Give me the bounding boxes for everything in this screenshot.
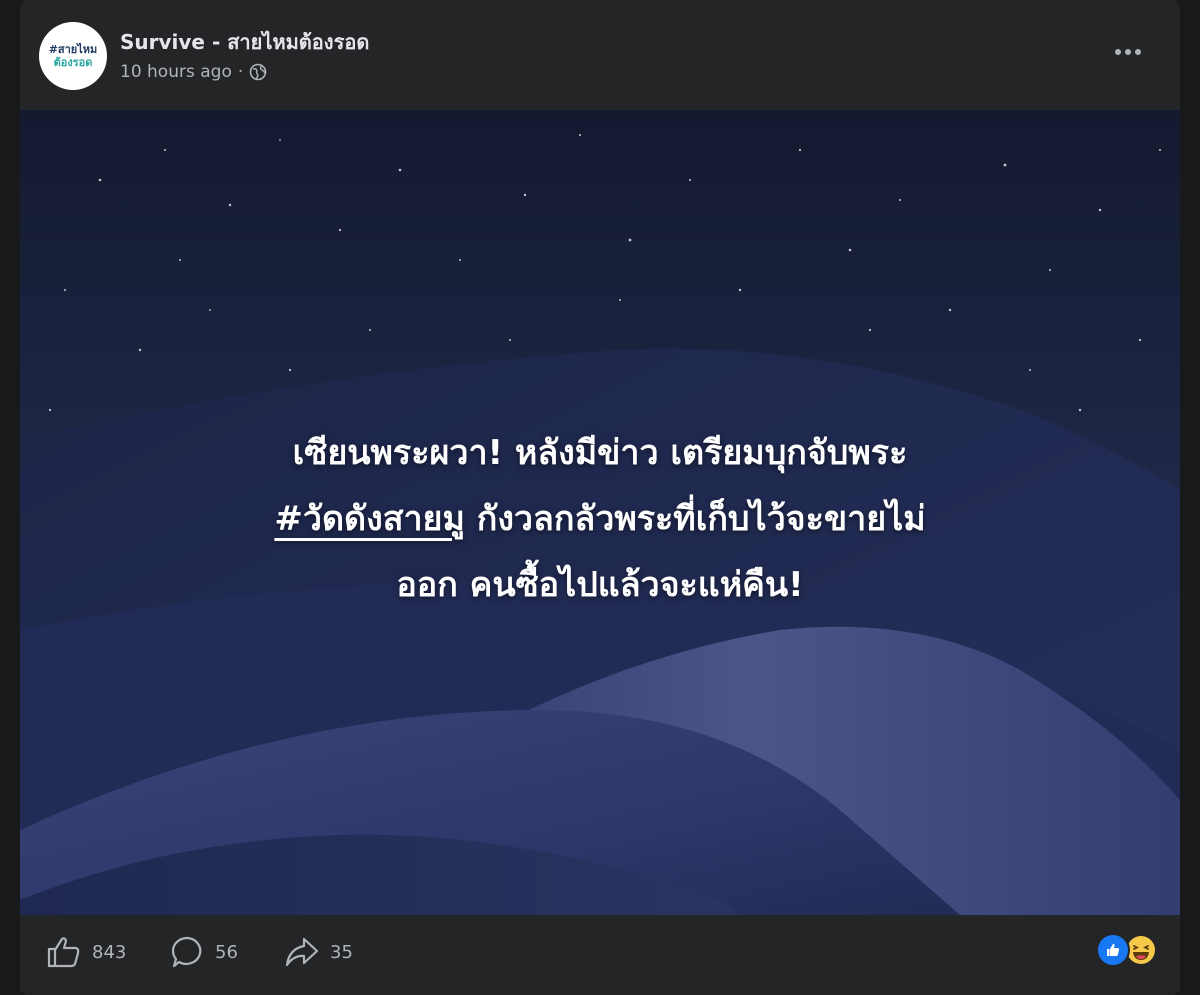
comment-button[interactable]: 56 — [171, 935, 238, 969]
page-avatar[interactable]: #สายไหม ต้องรอด — [39, 22, 107, 90]
more-options-button[interactable] — [1108, 38, 1148, 66]
like-count: 843 — [92, 941, 127, 963]
share-arrow-icon — [284, 935, 320, 969]
image-headline: เซียนพระผวา! หลังมีข่าว เตรียมบุกจับพระ … — [60, 420, 1140, 618]
comment-bubble-icon — [171, 935, 205, 969]
post-image[interactable]: เซียนพระผวา! หลังมีข่าว เตรียมบุกจับพระ … — [20, 110, 1180, 915]
thumbs-up-icon — [46, 935, 82, 969]
post-meta: 10 hours ago · — [120, 62, 267, 82]
avatar-text-bottom: ต้องรอด — [53, 56, 93, 69]
headline-line-2-text: กังวลกลัวพระที่เก็บไว้จะขายไม่ — [464, 499, 926, 539]
avatar-text-top: #สายไหม — [48, 43, 98, 56]
more-horizontal-icon — [1114, 48, 1142, 56]
share-button[interactable]: 35 — [284, 935, 353, 969]
post-timestamp[interactable]: 10 hours ago — [120, 62, 232, 82]
page-name-link[interactable]: Survive - สายไหมต้องรอด — [120, 26, 369, 58]
like-reaction-icon — [1096, 933, 1130, 967]
headline-line-3: ออก คนซื้อไปแล้วจะแห่คืน! — [396, 565, 804, 605]
meta-separator: · — [237, 62, 244, 82]
reaction-summary[interactable] — [1096, 933, 1158, 967]
headline-line-1: เซียนพระผวา! หลังมีข่าว เตรียมบุกจับพระ — [292, 433, 908, 473]
comment-count: 56 — [215, 941, 238, 963]
hashtag-link: #วัดดังสายมู — [274, 499, 465, 539]
post-card: #สายไหม ต้องรอด Survive - สายไหมต้องรอด … — [20, 0, 1180, 995]
headline-line-2: #วัดดังสายมู กังวลกลัวพระที่เก็บไว้จะขาย… — [60, 486, 1140, 552]
like-button[interactable]: 843 — [46, 935, 126, 969]
share-count: 35 — [330, 941, 353, 963]
post-footer: 843 56 35 — [20, 915, 1180, 995]
globe-icon[interactable] — [249, 63, 267, 81]
